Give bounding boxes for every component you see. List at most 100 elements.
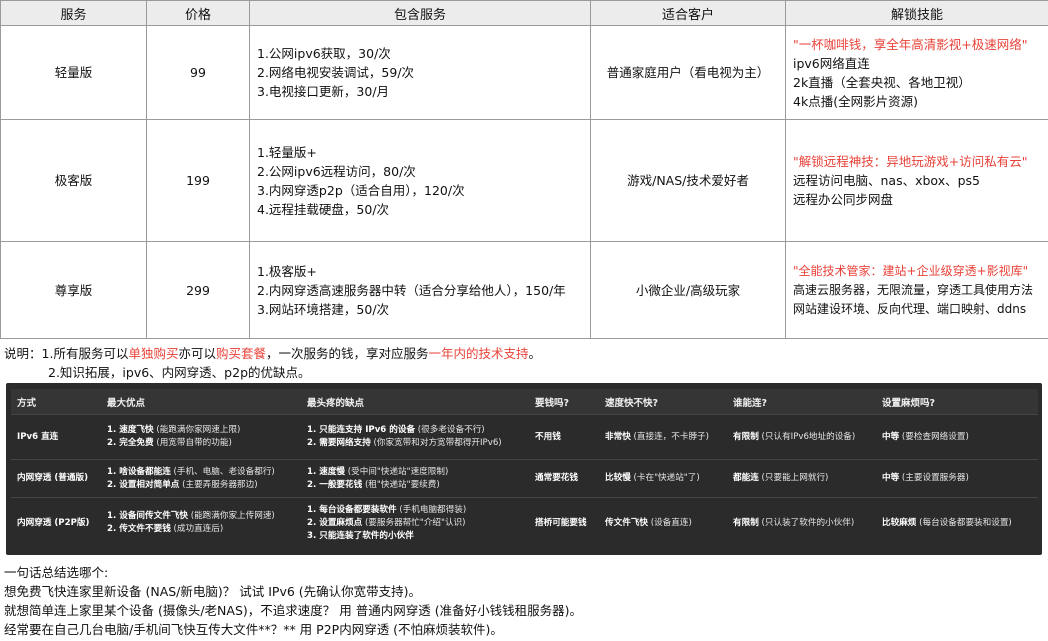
service-item: 3.网站环境搭建，50/次: [257, 301, 390, 317]
plan-price: 99: [146, 25, 250, 120]
plan-name: 尊享版: [0, 241, 147, 339]
summary-line: 经常要在自己几台电脑/手机间飞快互传大文件**？** 用 P2P内网穿透 (不怕…: [4, 622, 503, 637]
cmp-strong: 都能连: [733, 473, 759, 483]
plan-price: 199: [146, 119, 250, 242]
cmp-strong: 有限制: [733, 517, 759, 528]
cmp-method: 内网穿透 (普通版): [17, 473, 89, 483]
cmp-strong: 2. 设置相对简单点: [107, 479, 180, 490]
cmp-strong: 有限制: [733, 431, 759, 442]
note-highlight: 一年内的技术支持: [428, 346, 529, 361]
cmp-strong: 3. 只能连装了软件的小伙伴: [307, 530, 414, 541]
service-item: 1.轻量版+: [257, 144, 317, 160]
pricing-row-premium: 尊享版 299 1.极客版+ 2.内网穿透高速服务器中转（适合分享给他人），15…: [0, 241, 1048, 339]
plan-name: 轻量版: [0, 25, 147, 120]
cmp-detail: (很多老设备不行): [415, 425, 485, 435]
plan-customer: 普通家庭用户（看电视为主）: [590, 25, 786, 120]
skill-slogan: "全能技术管家：建站+企业级穿透+影视库": [793, 263, 1029, 278]
cmp-strong: 比较慢: [605, 473, 631, 483]
cmp-strong: 1. 速度慢: [307, 466, 346, 477]
note-line-2: 2.知识拓展，ipv6、内网穿透、p2p的优缺点。: [48, 365, 311, 380]
cmp-detail: (要服务器帮忙"介绍"认识): [362, 517, 466, 528]
plan-services: 1.轻量版+ 2.公网ipv6远程访问，80/次 3.内网穿透p2p（适合自用）…: [249, 119, 591, 242]
cmp-detail: (能跑满你家网速上限): [153, 425, 241, 435]
cmp-method: 内网穿透 (P2P版): [17, 517, 90, 528]
header-included: 包含服务: [249, 0, 591, 26]
cmp-detail: (能跑满你家上传网速): [188, 511, 275, 521]
skill-item: 远程访问电脑、nas、xbox、ps5: [793, 173, 980, 188]
plan-skills: "一杯咖啡钱，享全年高清影视+极速网络" ipv6网络直连 2k直播（全套央视、…: [785, 25, 1048, 120]
pricing-row-geek: 极客版 199 1.轻量版+ 2.公网ipv6远程访问，80/次 3.内网穿透p…: [0, 119, 1048, 242]
plan-services: 1.公网ipv6获取，30/次 2.网络电视安装调试，59/次 3.电视接口更新…: [249, 25, 591, 120]
note-line-1: 说明：1.所有服务可以单独购买亦可以购买套餐，一次服务的钱，享对应服务一年内的技…: [4, 344, 541, 363]
cmp-strong: 通常要花钱: [535, 473, 578, 483]
cmp-detail: (主要设置服务器): [899, 473, 969, 483]
cmp-strong: 2. 完全免费: [107, 438, 154, 448]
cmp-strong: 2. 一般要花钱: [307, 479, 363, 490]
cmp-header: 速度快不快?: [599, 389, 727, 415]
table-row: 内网穿透 (普通版) 1. 啥设备都能连 (手机、电脑、老设备都行) 2. 设置…: [11, 459, 1038, 498]
skill-item: 网站建设环境、反向代理、端口映射、ddns: [793, 301, 1027, 316]
skill-slogan: "解锁远程神技：异地玩游戏+访问私有云": [793, 154, 1028, 169]
cmp-strong: 搭桥可能要钱: [535, 517, 587, 528]
plan-services: 1.极客版+ 2.内网穿透高速服务器中转（适合分享给他人），150/年 3.网站…: [249, 241, 591, 339]
service-item: 2.内网穿透高速服务器中转（适合分享给他人），150/年: [257, 282, 566, 298]
plan-skills: "全能技术管家：建站+企业级穿透+影视库" 高速云服务器，无限流量，穿透工具使用…: [785, 241, 1048, 339]
skill-slogan: "一杯咖啡钱，享全年高清影视+极速网络": [793, 36, 1028, 52]
service-item: 2.公网ipv6远程访问，80/次: [257, 163, 416, 179]
cmp-detail: (只认装了软件的小伙伴): [758, 517, 855, 528]
service-item: 4.远程挂载硬盘，50/次: [257, 201, 390, 217]
cmp-detail: (手机电脑都得装): [396, 504, 467, 515]
plan-customer: 小微企业/高级玩家: [590, 241, 786, 339]
comparison-panel: 方式 最大优点 最头疼的缺点 要钱吗? 速度快不快? 谁能连? 设置麻烦吗? I…: [6, 383, 1042, 555]
cmp-strong: 比较麻烦: [882, 517, 917, 528]
note-highlight: 单独购买: [128, 346, 179, 361]
cmp-detail: (成功直连后): [170, 524, 224, 534]
service-item: 3.电视接口更新，30/月: [257, 84, 390, 99]
skill-item: ipv6网络直连: [793, 55, 870, 71]
skill-item: 2k直播（全套央视、各地卫视）: [793, 74, 971, 90]
plan-customer: 游戏/NAS/技术爱好者: [590, 119, 786, 242]
skill-item: 4k点播(全网影片资源): [793, 93, 918, 109]
cmp-detail: (受中间"快递站"速度限制): [345, 466, 449, 477]
cmp-strong: 1. 设备间传文件飞快: [107, 511, 188, 521]
cmp-detail: (你家宽带和对方宽带都得开IPv6): [370, 438, 502, 448]
cmp-detail: (设备直连): [647, 517, 692, 528]
cmp-strong: 1. 只能连支持 IPv6 的设备: [307, 425, 416, 435]
note-highlight: 购买套餐: [215, 346, 266, 361]
cmp-detail: (租"快递站"要续费): [362, 479, 440, 490]
skill-item: 远程办公同步网盘: [793, 192, 894, 207]
cmp-strong: 传文件飞快: [605, 517, 648, 528]
header-service: 服务: [0, 0, 147, 26]
cmp-strong: 1. 速度飞快: [107, 425, 154, 435]
comparison-header-row: 方式 最大优点 最头疼的缺点 要钱吗? 速度快不快? 谁能连? 设置麻烦吗?: [11, 389, 1038, 415]
service-item: 3.内网穿透p2p（适合自用），120/次: [257, 182, 465, 198]
cmp-header: 方式: [11, 389, 101, 415]
service-item: 1.公网ipv6获取，30/次: [257, 46, 391, 61]
header-skills: 解锁技能: [785, 0, 1048, 26]
cmp-strong: 1. 啥设备都能连: [107, 466, 171, 477]
note-text: 1.所有服务可以: [41, 346, 129, 361]
service-item: 1.极客版+: [257, 263, 317, 279]
note-block: 说明：1.所有服务可以单独购买亦可以购买套餐，一次服务的钱，享对应服务一年内的技…: [4, 344, 541, 382]
cmp-header: 最大优点: [101, 389, 301, 415]
header-customer: 适合客户: [590, 0, 786, 26]
skill-item: 高速云服务器，无限流量，穿透工具使用方法: [793, 282, 1034, 297]
cmp-detail: (用宽带自带的功能): [153, 438, 232, 448]
cmp-detail: (卡在"快递站"了): [630, 473, 700, 483]
pricing-row-lite: 轻量版 99 1.公网ipv6获取，30/次 2.网络电视安装调试，59/次 3…: [0, 25, 1048, 120]
cmp-strong: 2. 需要网络支持: [307, 438, 371, 448]
note-text: ，一次服务的钱，享对应服务: [266, 346, 429, 361]
cmp-method: IPv6 直连: [17, 431, 59, 442]
plan-name: 极客版: [0, 119, 147, 242]
cmp-detail: (直接连，不卡脖子): [630, 431, 709, 442]
pricing-header-row: 服务 价格 包含服务 适合客户 解锁技能: [0, 0, 1048, 26]
cmp-detail: (每台设备都要装和设置): [916, 517, 1012, 528]
cmp-strong: 非常快: [605, 431, 631, 442]
cmp-header: 设置麻烦吗?: [876, 389, 1038, 415]
service-item: 2.网络电视安装调试，59/次: [257, 65, 415, 80]
header-price: 价格: [146, 0, 250, 26]
cmp-detail: (手机、电脑、老设备都行): [170, 466, 275, 477]
cmp-strong: 不用钱: [535, 431, 561, 442]
plan-price: 299: [146, 241, 250, 339]
cmp-header: 最头疼的缺点: [301, 389, 529, 415]
